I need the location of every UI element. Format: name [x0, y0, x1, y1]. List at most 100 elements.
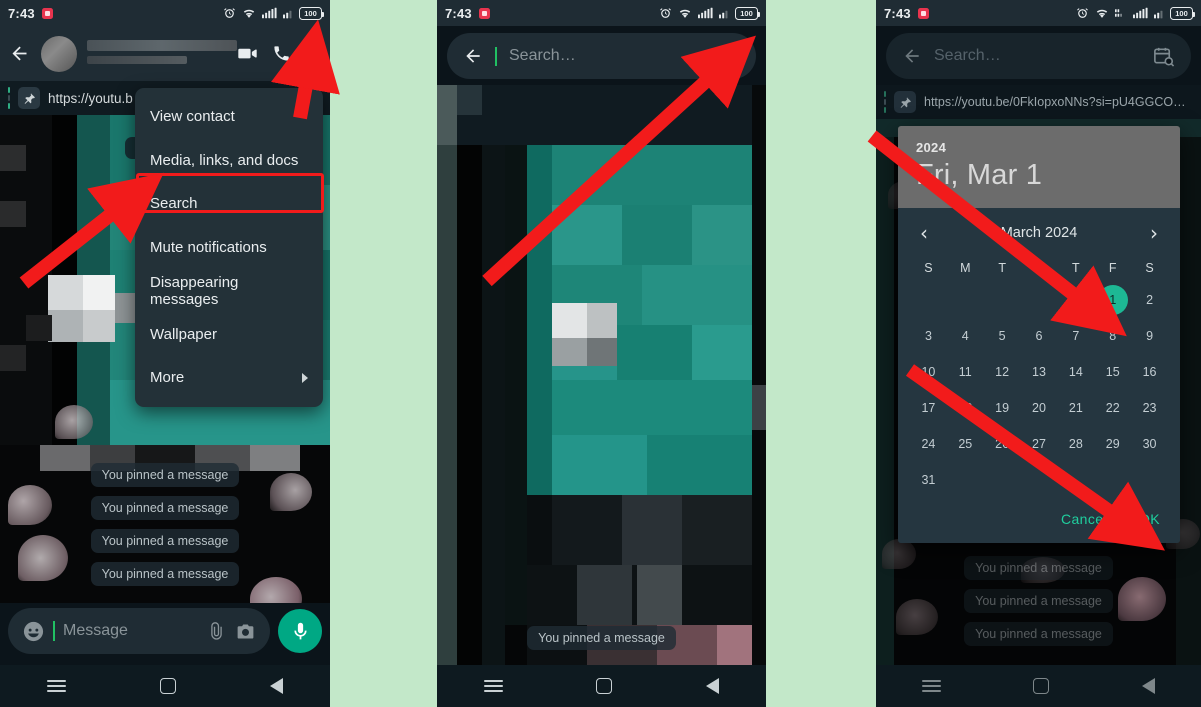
calendar-day-25[interactable]: 25 — [947, 429, 984, 459]
chevron-left-icon[interactable]: ‹ — [920, 223, 928, 243]
alarm-icon — [224, 7, 235, 18]
weekday-label: T — [998, 261, 1006, 275]
nav-home-icon[interactable] — [596, 678, 613, 694]
emoji-icon[interactable] — [22, 620, 45, 643]
date-picker-year[interactable]: 2024 — [916, 140, 1162, 155]
calendar-day-28[interactable]: 28 — [1057, 429, 1094, 459]
system-message: You pinned a message — [90, 562, 240, 586]
calendar-day-19[interactable]: 19 — [984, 393, 1021, 423]
menu-item-mute-notifications[interactable]: Mute notifications — [135, 226, 323, 270]
calendar-day-31[interactable]: 31 — [910, 465, 947, 495]
weekday-label: W — [1033, 261, 1045, 275]
calendar-day-30[interactable]: 30 — [1131, 429, 1168, 459]
phone-call-icon[interactable] — [272, 44, 291, 63]
calendar-day-4[interactable]: 4 — [947, 321, 984, 351]
nav-menu-icon[interactable] — [47, 679, 66, 693]
nav-home-icon[interactable] — [160, 678, 176, 694]
camera-icon[interactable] — [235, 621, 256, 642]
search-input[interactable]: Search… — [447, 33, 756, 79]
calendar-day-2[interactable]: 2 — [1131, 285, 1168, 315]
overflow-menu-icon[interactable] — [305, 42, 317, 66]
attachment-clip-icon[interactable] — [206, 621, 227, 642]
status-bar-time: 7:43 — [8, 5, 35, 21]
calendar-day-24[interactable]: 24 — [910, 429, 947, 459]
back-arrow-icon[interactable] — [9, 43, 31, 64]
cancel-button[interactable]: Cancel — [1061, 511, 1107, 527]
wifi-icon — [243, 9, 255, 18]
screen-record-icon — [478, 7, 490, 19]
list-item: You pinned a message — [876, 556, 1201, 580]
phone-panel-1: 7:43 100 https://youtu.b You pinned a me… — [0, 0, 330, 707]
ok-button[interactable]: OK — [1139, 511, 1160, 527]
calendar-day-grid: 1 2 3 4 5 6 7 8 9 10 11 12 13 14 15 16 17 18 19 20 21 22 23 24 2… — [910, 285, 1168, 495]
calendar-day-16[interactable]: 16 — [1131, 357, 1168, 387]
nav-back-icon[interactable] — [706, 678, 720, 694]
pinned-message-bar[interactable]: https://youtu.be/0FkIopxoNNs?si=pU4GGCO… — [876, 85, 1201, 119]
pin-indicator — [8, 87, 10, 109]
menu-item-label: Media, links, and docs — [150, 151, 299, 169]
calendar-day-5[interactable]: 5 — [984, 321, 1021, 351]
calendar-day-21[interactable]: 21 — [1057, 393, 1094, 423]
menu-item-wallpaper[interactable]: Wallpaper — [135, 313, 323, 357]
calendar-blank-cell — [1057, 285, 1094, 315]
calendar-day-20[interactable]: 20 — [1021, 393, 1058, 423]
calendar-day-12[interactable]: 12 — [984, 357, 1021, 387]
signal-icon-2 — [1154, 10, 1163, 19]
avatar[interactable] — [41, 35, 77, 72]
month-navigation: ‹ March 2024 › — [910, 218, 1168, 255]
calendar-day-6[interactable]: 6 — [1021, 321, 1058, 351]
calendar-day-27[interactable]: 27 — [1021, 429, 1058, 459]
menu-item-more[interactable]: More — [135, 356, 323, 400]
nav-home-icon[interactable] — [1033, 678, 1050, 694]
menu-item-label: View contact — [150, 108, 235, 126]
system-message: You pinned a message — [90, 463, 240, 487]
back-arrow-icon[interactable] — [902, 46, 922, 66]
video-call-icon[interactable] — [237, 43, 258, 64]
calendar-day-23[interactable]: 23 — [1131, 393, 1168, 423]
weekday-label: M — [960, 261, 971, 275]
calendar-day-29[interactable]: 29 — [1094, 429, 1131, 459]
list-item: You pinned a message — [876, 622, 1201, 646]
menu-item-label: Wallpaper — [150, 325, 217, 343]
date-picker-selected-date[interactable]: Fri, Mar 1 — [916, 159, 1162, 192]
calendar-search-icon[interactable] — [717, 45, 740, 68]
calendar-day-7[interactable]: 7 — [1057, 321, 1094, 351]
calendar-day-13[interactable]: 13 — [1021, 357, 1058, 387]
message-input[interactable]: Message — [8, 608, 270, 654]
back-arrow-icon[interactable] — [463, 46, 483, 66]
calendar-day-26[interactable]: 26 — [984, 429, 1021, 459]
calendar-day-17[interactable]: 17 — [910, 393, 947, 423]
menu-item-disappearing-messages[interactable]: Disappearing messages — [135, 269, 323, 313]
nav-back-icon[interactable] — [1141, 678, 1155, 694]
menu-item-label: Mute notifications — [150, 238, 267, 256]
list-item: You pinned a message — [0, 562, 330, 586]
nav-back-icon[interactable] — [270, 678, 283, 694]
nav-menu-icon[interactable] — [483, 679, 503, 693]
search-input[interactable]: Search… — [886, 33, 1191, 79]
battery-level: 100 — [304, 8, 317, 18]
menu-item-view-contact[interactable]: View contact — [135, 95, 323, 139]
calendar-day-9[interactable]: 9 — [1131, 321, 1168, 351]
microphone-icon[interactable] — [278, 609, 322, 653]
calendar-day-14[interactable]: 14 — [1057, 357, 1094, 387]
calendar-search-icon[interactable] — [1152, 45, 1175, 68]
system-message: You pinned a message — [90, 529, 240, 553]
calendar-day-11[interactable]: 11 — [947, 357, 984, 387]
calendar-day-3[interactable]: 3 — [910, 321, 947, 351]
nav-menu-icon[interactable] — [922, 679, 942, 693]
search-highlight-box — [136, 173, 324, 213]
calendar-day-18[interactable]: 18 — [947, 393, 984, 423]
search-placeholder: Search… — [509, 47, 576, 64]
chevron-right-icon[interactable]: › — [1150, 223, 1158, 243]
calendar-day-15[interactable]: 15 — [1094, 357, 1131, 387]
selected-day-marker: 1 — [1097, 285, 1128, 315]
calendar-day-10[interactable]: 10 — [910, 357, 947, 387]
pin-icon — [18, 87, 40, 109]
calendar-day-1[interactable]: 1 — [1094, 285, 1131, 315]
battery-level: 100 — [1175, 8, 1188, 18]
blurred-chat-content — [437, 85, 766, 665]
calendar-day-22[interactable]: 22 — [1094, 393, 1131, 423]
weekday-label: F — [1108, 261, 1117, 275]
calendar-day-8[interactable]: 8 — [1094, 321, 1131, 351]
search-placeholder: Search… — [934, 47, 1001, 64]
